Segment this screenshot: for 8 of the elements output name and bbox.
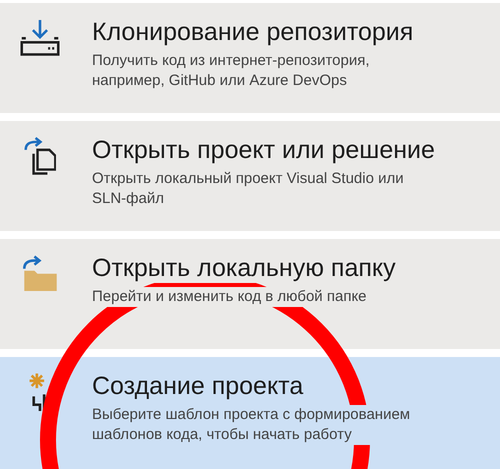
action-card[interactable]: Открыть локальную папку Перейти и изменить код в любой папке: [0, 239, 500, 349]
download-drive-icon: [20, 19, 60, 56]
open-document-icon: [24, 137, 56, 175]
action-description: Перейти и изменить код в любой папке: [92, 287, 367, 307]
action-card[interactable]: Клонирование репозитория Получить код из интернет-репозитория, например, GitHub или Azure DevOps: [0, 3, 500, 113]
action-card[interactable]: Создание проекта Выберите шаблон проекта с формированием шаблонов кода, чтобы начать работу: [0, 357, 500, 469]
action-card[interactable]: Открыть проект или решение Открыть локальный проект Visual Studio или SLN-файл: [0, 121, 500, 231]
open-folder-icon: [23, 255, 57, 291]
